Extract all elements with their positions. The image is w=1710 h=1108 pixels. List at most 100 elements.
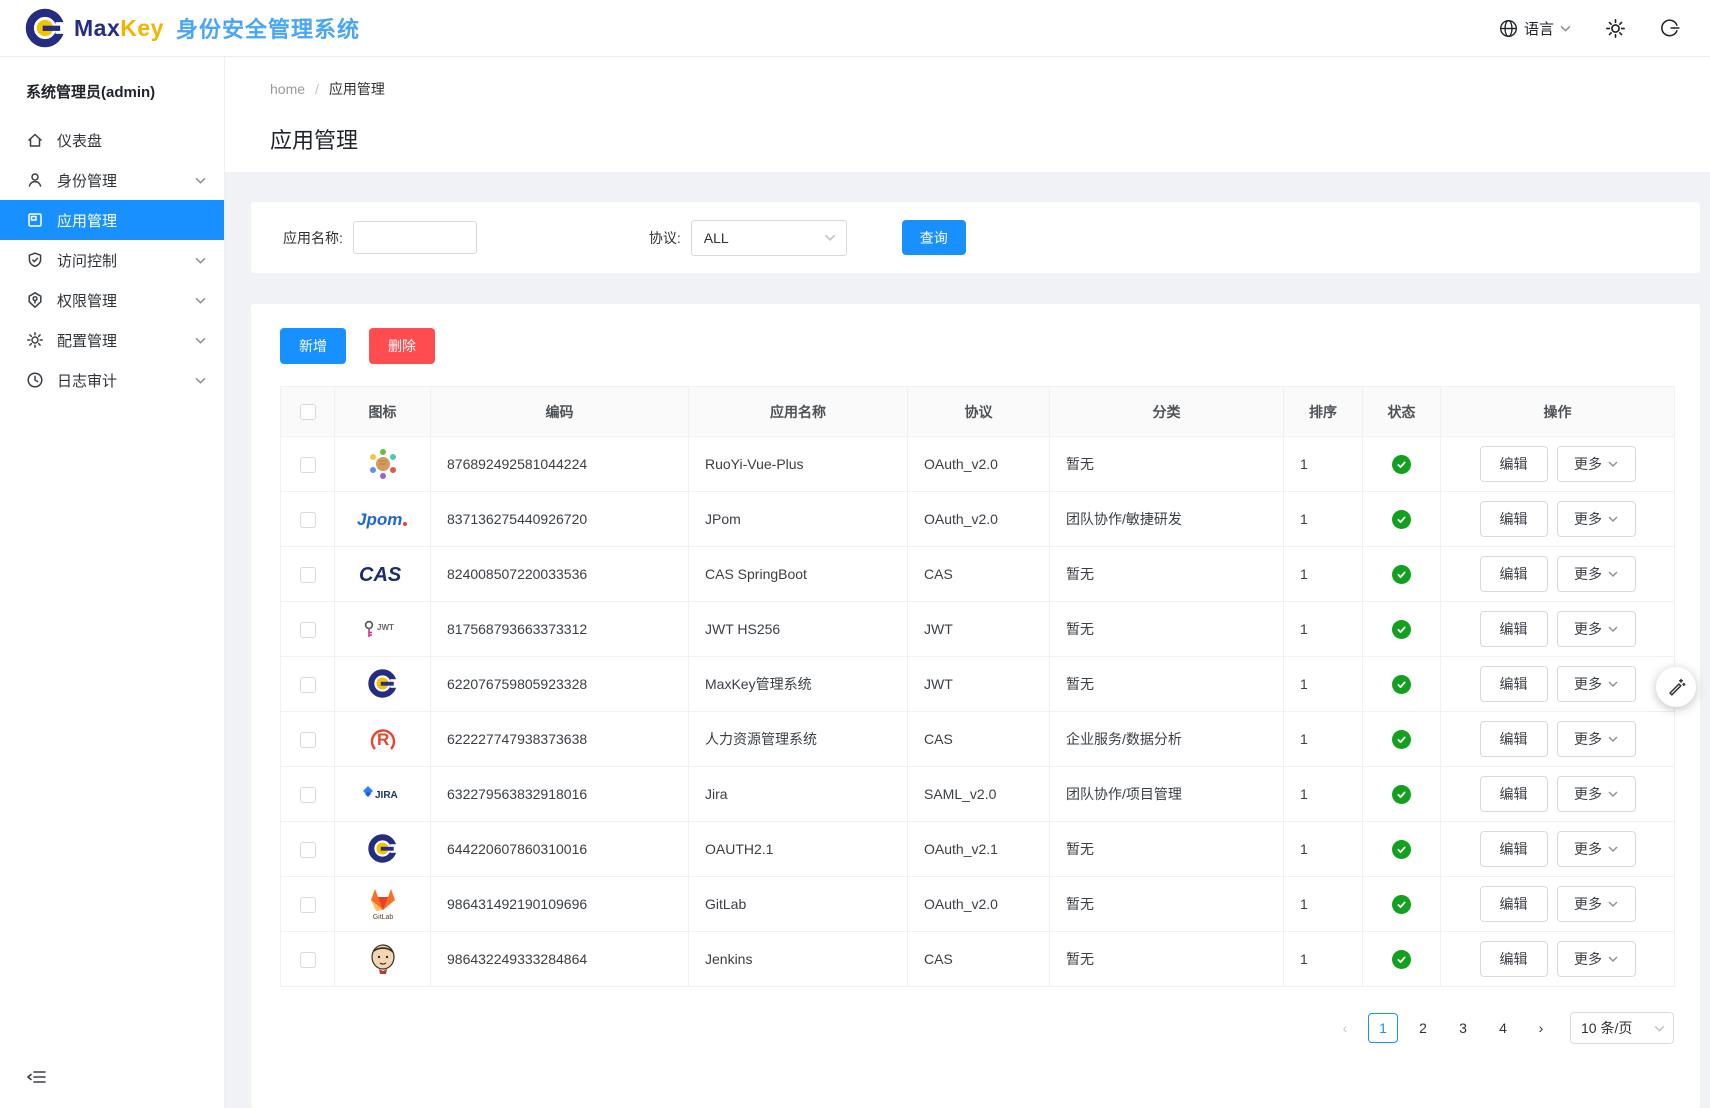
edit-button[interactable]: 编辑 bbox=[1480, 501, 1548, 537]
app-name-cell: 人力资源管理系统 bbox=[689, 712, 908, 767]
delete-button[interactable]: 删除 bbox=[369, 328, 435, 364]
row-checkbox[interactable] bbox=[300, 842, 316, 858]
app-name-cell: RuoYi-Vue-Plus bbox=[689, 437, 908, 492]
more-button[interactable]: 更多 bbox=[1557, 941, 1636, 977]
table-row: JWT 817568793663373312 JWT HS256 JWT 暂无 … bbox=[281, 602, 1675, 657]
edit-button[interactable]: 编辑 bbox=[1480, 941, 1548, 977]
more-button[interactable]: 更多 bbox=[1557, 446, 1636, 482]
select-all-checkbox[interactable] bbox=[300, 404, 316, 420]
sidebar-item-configuration[interactable]: 配置管理 bbox=[0, 320, 224, 360]
table-row: 876892492581044224 RuoYi-Vue-Plus OAuth_… bbox=[281, 437, 1675, 492]
pagination-page-3[interactable]: 3 bbox=[1448, 1013, 1478, 1043]
chevron-down-icon bbox=[195, 377, 206, 384]
app-protocol-cell: JWT bbox=[908, 657, 1050, 712]
app-protocol-cell: OAuth_v2.0 bbox=[908, 877, 1050, 932]
app-code-cell: 622076759805923328 bbox=[431, 657, 689, 712]
pagination: ‹ 1 2 3 4 › 10 条/页 bbox=[280, 1012, 1674, 1044]
sidebar-item-apps[interactable]: 应用管理 bbox=[0, 200, 224, 240]
edit-button[interactable]: 编辑 bbox=[1480, 776, 1548, 812]
more-button[interactable]: 更多 bbox=[1557, 776, 1636, 812]
status-active-icon bbox=[1392, 675, 1411, 694]
pagination-next-button[interactable]: › bbox=[1528, 1020, 1554, 1036]
row-checkbox[interactable] bbox=[300, 677, 316, 693]
row-checkbox[interactable] bbox=[300, 622, 316, 638]
app-logo-jenkins bbox=[367, 940, 399, 976]
breadcrumb: home / 应用管理 bbox=[270, 79, 1710, 99]
app-protocol-cell: OAuth_v2.0 bbox=[908, 492, 1050, 547]
edit-button[interactable]: 编辑 bbox=[1480, 556, 1548, 592]
app-name-cell: Jira bbox=[689, 767, 908, 822]
sidebar-item-label: 访问控制 bbox=[57, 250, 117, 271]
sidebar-item-dashboard[interactable]: 仪表盘 bbox=[0, 120, 224, 160]
table-panel: 新增 删除 图标 编码 应用名称 协议 分类 排序 状态 操作 bbox=[251, 304, 1700, 1108]
sidebar-item-identity[interactable]: 身份管理 bbox=[0, 160, 224, 200]
pagination-page-2[interactable]: 2 bbox=[1408, 1013, 1438, 1043]
app-code-cell: 876892492581044224 bbox=[431, 437, 689, 492]
more-button-label: 更多 bbox=[1574, 839, 1602, 859]
floating-theme-tool-button[interactable] bbox=[1656, 667, 1696, 707]
app-logo-hr: R bbox=[368, 721, 398, 757]
more-button[interactable]: 更多 bbox=[1557, 666, 1636, 702]
edit-button[interactable]: 编辑 bbox=[1480, 886, 1548, 922]
row-checkbox[interactable] bbox=[300, 457, 316, 473]
logout-button[interactable] bbox=[1660, 18, 1680, 38]
breadcrumb-home-link[interactable]: home bbox=[270, 81, 305, 97]
globe-icon bbox=[1499, 19, 1518, 38]
add-button[interactable]: 新增 bbox=[280, 328, 346, 364]
app-code-cell: 817568793663373312 bbox=[431, 602, 689, 657]
edit-button[interactable]: 编辑 bbox=[1480, 721, 1548, 757]
protocol-select[interactable]: ALL bbox=[691, 220, 847, 256]
search-button[interactable]: 查询 bbox=[902, 220, 966, 255]
row-checkbox[interactable] bbox=[300, 952, 316, 968]
edit-button[interactable]: 编辑 bbox=[1480, 666, 1548, 702]
more-button[interactable]: 更多 bbox=[1557, 611, 1636, 647]
app-name-filter-input[interactable] bbox=[353, 221, 477, 254]
app-protocol-cell: JWT bbox=[908, 602, 1050, 657]
svg-text:JWT: JWT bbox=[377, 623, 394, 632]
more-button[interactable]: 更多 bbox=[1557, 556, 1636, 592]
svg-text:R: R bbox=[377, 730, 389, 749]
edit-button[interactable]: 编辑 bbox=[1480, 446, 1548, 482]
row-checkbox[interactable] bbox=[300, 897, 316, 913]
column-header-name: 应用名称 bbox=[689, 387, 908, 437]
app-code-cell: 632279563832918016 bbox=[431, 767, 689, 822]
sidebar-item-audit-log[interactable]: 日志审计 bbox=[0, 360, 224, 400]
sidebar-item-label: 仪表盘 bbox=[57, 130, 102, 151]
app-code-cell: 986431492190109696 bbox=[431, 877, 689, 932]
sidebar-item-permissions[interactable]: 权限管理 bbox=[0, 280, 224, 320]
more-button[interactable]: 更多 bbox=[1557, 501, 1636, 537]
pagination-prev-button[interactable]: ‹ bbox=[1332, 1020, 1358, 1036]
language-switcher[interactable]: 语言 bbox=[1499, 18, 1571, 39]
sidebar-collapse-toggle[interactable] bbox=[26, 1069, 46, 1088]
table-row: 986432249333284864 Jenkins CAS 暂无 1 编辑 更… bbox=[281, 932, 1675, 987]
edit-button[interactable]: 编辑 bbox=[1480, 831, 1548, 867]
settings-button[interactable] bbox=[1605, 18, 1626, 39]
sidebar-item-access-control[interactable]: 访问控制 bbox=[0, 240, 224, 280]
protocol-filter-label: 协议: bbox=[649, 228, 681, 248]
svg-text:JIRA: JIRA bbox=[375, 790, 398, 801]
more-button[interactable]: 更多 bbox=[1557, 886, 1636, 922]
collapse-menu-icon bbox=[26, 1069, 46, 1085]
status-active-icon bbox=[1392, 620, 1411, 639]
app-sort-cell: 1 bbox=[1284, 932, 1363, 987]
filter-panel: 应用名称: 协议: ALL 查询 bbox=[251, 202, 1700, 273]
page-size-select[interactable]: 10 条/页 bbox=[1570, 1012, 1674, 1044]
pagination-page-4[interactable]: 4 bbox=[1488, 1013, 1518, 1043]
table-toolbar: 新增 删除 bbox=[280, 328, 1673, 364]
more-button[interactable]: 更多 bbox=[1557, 721, 1636, 757]
edit-button[interactable]: 编辑 bbox=[1480, 611, 1548, 647]
maxkey-logo-icon bbox=[24, 7, 66, 49]
app-logo-jira: JIRA bbox=[360, 776, 406, 812]
pagination-page-1[interactable]: 1 bbox=[1368, 1013, 1398, 1043]
row-checkbox[interactable] bbox=[300, 732, 316, 748]
row-checkbox[interactable] bbox=[300, 512, 316, 528]
app-code-cell: 644220607860310016 bbox=[431, 822, 689, 877]
logout-icon bbox=[1660, 18, 1680, 38]
brand-logo[interactable]: MaxKey 身份安全管理系统 bbox=[0, 7, 360, 49]
row-checkbox[interactable] bbox=[300, 567, 316, 583]
table-row: 644220607860310016 OAUTH2.1 OAuth_v2.1 暂… bbox=[281, 822, 1675, 877]
more-button[interactable]: 更多 bbox=[1557, 831, 1636, 867]
app-logo-maxkey bbox=[367, 666, 398, 702]
status-active-icon bbox=[1392, 840, 1411, 859]
row-checkbox[interactable] bbox=[300, 787, 316, 803]
